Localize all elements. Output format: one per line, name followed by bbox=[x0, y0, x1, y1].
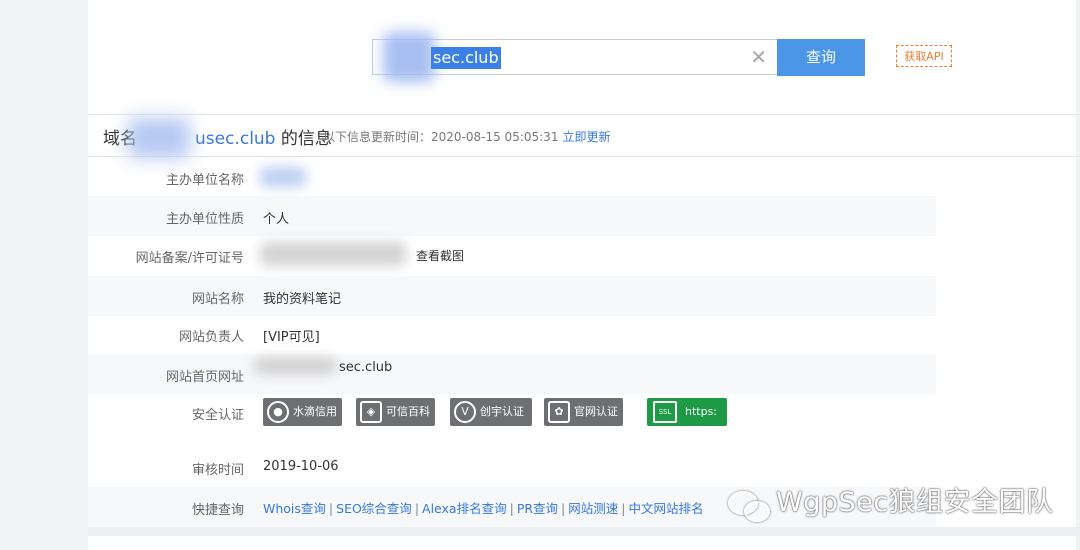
whois-link[interactable]: Whois查询 bbox=[263, 501, 326, 516]
chinese-rank-link[interactable]: 中文网站排名 bbox=[629, 501, 704, 516]
redacted-blur bbox=[383, 32, 435, 82]
row-sponsor-name: 主办单位名称 bbox=[88, 157, 936, 197]
row-homepage-url: 网站首页网址 sec.club bbox=[88, 354, 936, 394]
quick-links: Whois查询 | SEO综合查询 | Alexa排名查询 | PR查询 | 网站测速 | 中文网站… bbox=[263, 498, 704, 517]
update-time: 以下信息更新时间：2020-08-15 05:05:31 bbox=[323, 130, 559, 144]
pr-link[interactable]: PR查询 bbox=[517, 501, 558, 516]
row-label: 快捷查询 bbox=[191, 503, 244, 518]
paw-icon: ✿ bbox=[548, 401, 570, 423]
close-icon[interactable]: ✕ bbox=[750, 46, 767, 68]
search-button[interactable]: 查询 bbox=[777, 39, 865, 76]
wechat-icon bbox=[726, 487, 770, 522]
row-value: 个人 bbox=[263, 212, 290, 227]
row-icp-license: 网站备案/许可证号 查看截图 bbox=[88, 235, 936, 275]
official-site-badge[interactable]: ✿ 官网认证 bbox=[544, 398, 623, 426]
redacted-blur bbox=[128, 118, 190, 158]
divider: | bbox=[561, 501, 566, 516]
shield-icon: ◈ bbox=[360, 401, 382, 423]
ssl-badge[interactable]: SSL https: bbox=[647, 398, 727, 426]
speed-test-link[interactable]: 网站测速 bbox=[568, 501, 618, 516]
row-sponsor-type: 主办单位性质 个人 bbox=[88, 196, 936, 236]
water-drop-badge[interactable]: ● 水滴信用 bbox=[263, 398, 342, 426]
chuangyu-badge[interactable]: V 创宇认证 bbox=[450, 398, 532, 426]
row-label: 网站首页网址 bbox=[165, 370, 244, 385]
trusted-wiki-badge[interactable]: ◈ 可信百科 bbox=[356, 398, 435, 426]
seo-link[interactable]: SEO综合查询 bbox=[336, 501, 412, 516]
vip-link[interactable]: [VIP可见] bbox=[263, 326, 320, 345]
row-label: 网站备案/许可证号 bbox=[135, 251, 244, 266]
search-input[interactable]: sec.club ✕ bbox=[372, 32, 777, 82]
row-label: 网站负责人 bbox=[178, 330, 244, 345]
water-drop-icon: ● bbox=[267, 401, 289, 423]
row-site-owner: 网站负责人 [VIP可见] bbox=[88, 314, 936, 354]
row-label: 审核时间 bbox=[191, 463, 244, 478]
left-margin bbox=[0, 0, 88, 550]
divider: | bbox=[328, 501, 334, 516]
redacted-blur bbox=[254, 358, 336, 374]
update-info: 以下信息更新时间：2020-08-15 05:05:31 立即更新 bbox=[323, 128, 610, 145]
alexa-link[interactable]: Alexa排名查询 bbox=[422, 501, 507, 516]
update-now-link[interactable]: 立即更新 bbox=[562, 130, 610, 144]
ssl-icon: SSL bbox=[653, 401, 677, 423]
row-site-name: 网站名称 我的资料笔记 bbox=[88, 276, 936, 316]
row-label: 网站名称 bbox=[191, 292, 244, 307]
row-label: 安全认证 bbox=[191, 408, 244, 423]
row-label: 主办单位性质 bbox=[165, 212, 244, 227]
row-label: 主办单位名称 bbox=[165, 173, 244, 188]
title-domain: usec.club bbox=[195, 129, 276, 149]
divider: | bbox=[414, 501, 420, 516]
get-api-button[interactable]: 获取API bbox=[896, 45, 952, 67]
redacted-blur bbox=[260, 242, 406, 266]
divider: | bbox=[509, 501, 514, 516]
right-margin bbox=[1076, 0, 1080, 550]
row-value: 我的资料笔记 bbox=[263, 292, 342, 307]
redacted-blur bbox=[260, 167, 306, 187]
row-value: sec.club bbox=[339, 360, 393, 375]
row-value: 2019-10-06 bbox=[263, 459, 339, 474]
bottom-divider bbox=[88, 527, 1080, 536]
divider: | bbox=[621, 501, 626, 516]
v-icon: V bbox=[454, 401, 476, 423]
search-input-value: sec.club bbox=[431, 47, 501, 69]
watermark: WgpSec狼组安全团队 bbox=[726, 480, 1054, 522]
watermark-text: WgpSec狼组安全团队 bbox=[776, 487, 1054, 518]
view-screenshot-link[interactable]: 查看截图 bbox=[416, 247, 464, 264]
row-security-cert: 安全认证 ● 水滴信用 ◈ 可信百科 V 创宇认证 ✿ 官网认证 SSL https: bbox=[88, 394, 936, 434]
